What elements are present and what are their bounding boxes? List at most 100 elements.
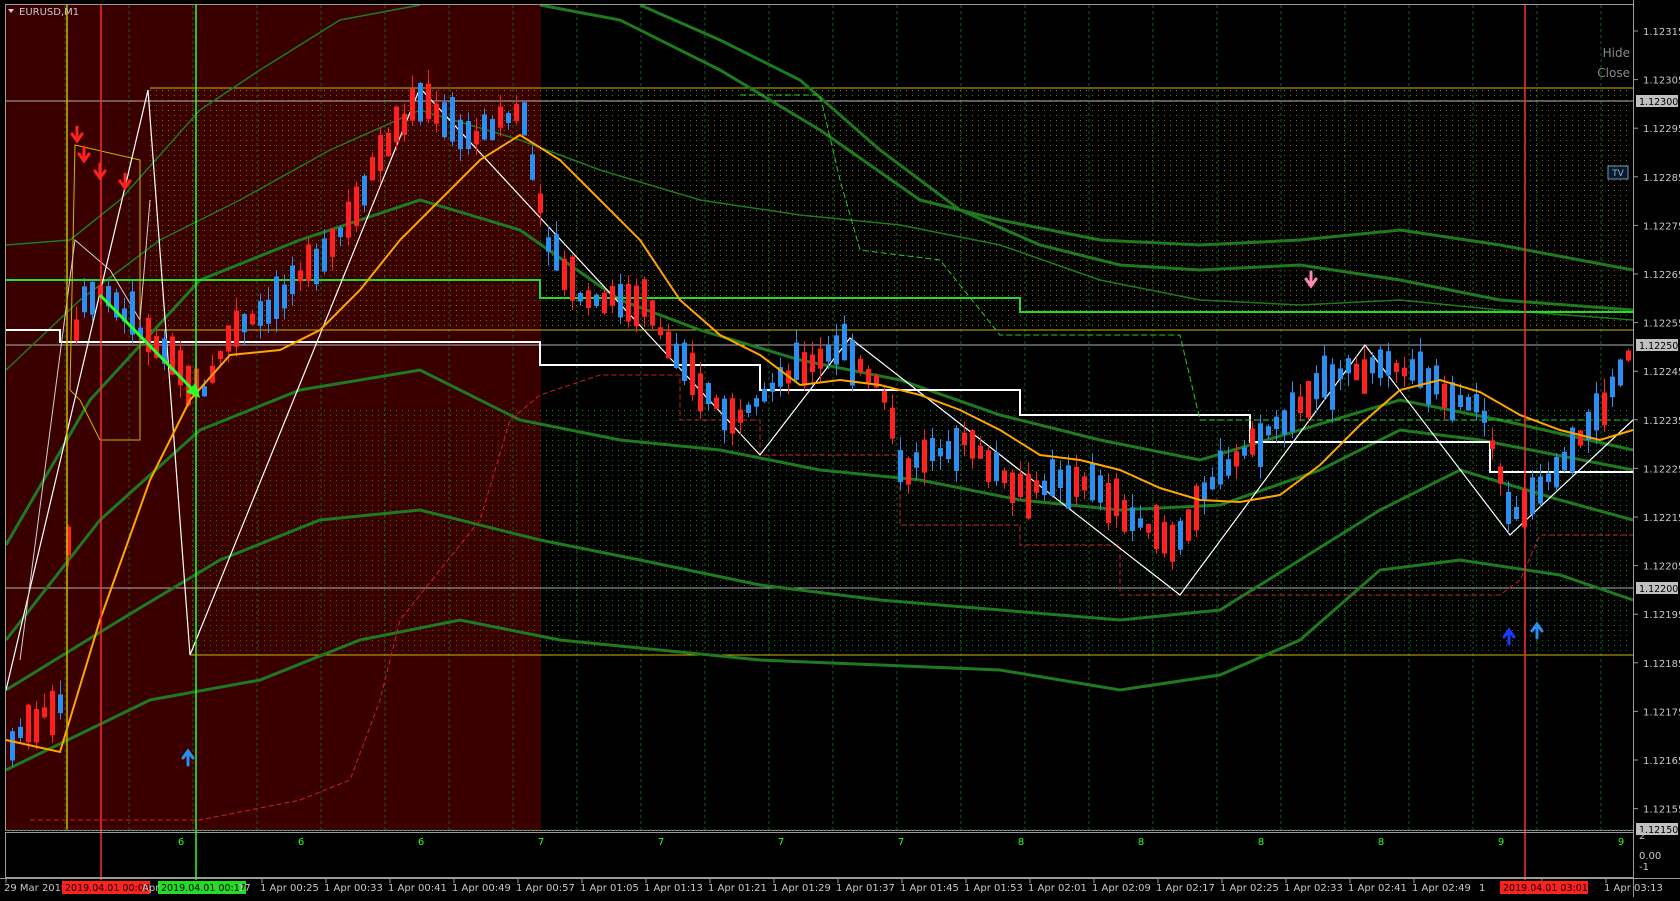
bear-candle: [346, 201, 351, 238]
bull-candle: [490, 119, 495, 141]
bear-candle: [970, 430, 975, 459]
time-marker-label: 2019.04.01 00:08: [65, 883, 150, 894]
time-marker-label: 2019.04.01 00:17: [161, 883, 246, 894]
bull-candle: [450, 97, 455, 142]
time-axis-label: 1 Apr 00:25: [260, 883, 319, 894]
symbol-label[interactable]: EURUSD,M1: [19, 7, 79, 18]
subwindow-value: 9: [1618, 837, 1624, 848]
price-tick-label: 1.12295: [1643, 124, 1680, 135]
bear-candle: [866, 369, 871, 383]
bear-candle: [1394, 362, 1399, 373]
bear-candle: [586, 290, 591, 309]
bear-candle: [698, 373, 703, 412]
bull-candle: [1266, 426, 1271, 436]
bull-candle: [682, 342, 687, 382]
bear-candle: [602, 292, 607, 314]
bull-candle: [1538, 476, 1543, 504]
bear-candle: [426, 83, 431, 120]
bear-candle: [34, 708, 39, 743]
bull-candle: [1562, 451, 1567, 471]
time-axis-label: 1 Apr 00:41: [388, 883, 447, 894]
bull-candle: [946, 441, 951, 460]
bear-candle: [370, 157, 375, 181]
time-axis-label: 1 Apr 02:41: [1348, 883, 1407, 894]
bull-candle: [1098, 475, 1103, 503]
bull-candle: [1242, 447, 1247, 456]
upper-level-zone: [150, 90, 1630, 330]
bull-candle: [90, 281, 95, 315]
price-level-label: 1.12200: [1639, 584, 1678, 595]
bull-candle: [1618, 359, 1623, 386]
bull-candle: [1338, 368, 1343, 380]
bear-candle: [730, 398, 735, 434]
price-tick-label: 1.12245: [1643, 367, 1680, 378]
bear-candle: [738, 409, 743, 423]
bear-candle: [658, 327, 663, 336]
time-axis-label: 1 Apr 02:25: [1220, 883, 1279, 894]
bear-candle: [1306, 380, 1311, 418]
bull-candle: [1274, 416, 1279, 430]
bull-candle: [1386, 351, 1391, 376]
bull-candle: [706, 383, 711, 405]
close-button[interactable]: Close: [1597, 66, 1630, 80]
price-tick-label: 1.12285: [1643, 173, 1680, 184]
bull-candle: [314, 248, 319, 285]
bear-candle: [882, 391, 887, 403]
subwindow-value: 9: [1498, 837, 1504, 848]
subwindow-value: 8: [1258, 837, 1264, 848]
bull-candle: [522, 102, 527, 136]
bull-candle: [506, 113, 511, 124]
bear-candle: [1298, 396, 1303, 414]
time-axis-label: 1 Apr 02:33: [1284, 883, 1343, 894]
price-tick-label: 1.12185: [1643, 659, 1680, 670]
time-axis-label: 29 Mar 2019: [4, 883, 67, 894]
time-axis-label: 1 Apr 02:49: [1412, 883, 1471, 894]
bear-candle: [1194, 485, 1199, 531]
bear-candle: [1082, 476, 1087, 491]
bear-candle: [402, 113, 407, 135]
price-tick-label: 1.12175: [1643, 707, 1680, 718]
bull-candle: [1314, 373, 1319, 400]
bear-candle: [562, 258, 567, 291]
bear-candle: [890, 407, 895, 439]
price-level-label: 1.12300: [1639, 97, 1678, 108]
bull-candle: [322, 238, 327, 272]
time-axis-label: 1 Apr 02:09: [1092, 883, 1151, 894]
bear-candle: [570, 256, 575, 301]
bear-candle: [226, 325, 231, 352]
bear-candle: [1578, 430, 1583, 446]
bull-candle: [282, 284, 287, 309]
bear-candle: [610, 285, 615, 306]
bear-candle: [1106, 482, 1111, 523]
time-axis-label: 1 Apr 02:17: [1156, 883, 1215, 894]
bear-candle: [1402, 367, 1407, 377]
time-axis-label: 1 Apr 02:01: [1028, 883, 1087, 894]
bear-candle: [1442, 383, 1447, 408]
bull-candle: [994, 452, 999, 482]
price-tick-label: 1.12165: [1643, 756, 1680, 767]
bear-candle: [218, 351, 223, 360]
bull-candle: [338, 227, 343, 238]
bear-candle: [1602, 392, 1607, 426]
bull-candle: [770, 382, 775, 392]
bear-candle: [626, 283, 631, 322]
bear-candle: [962, 432, 967, 446]
subwindow-value: 7: [538, 837, 544, 848]
bull-candle: [1258, 423, 1263, 467]
bear-candle: [818, 348, 823, 369]
hide-button[interactable]: Hide: [1603, 46, 1630, 60]
bull-candle: [754, 398, 759, 407]
bull-candle: [842, 323, 847, 361]
bull-candle: [1210, 476, 1215, 490]
price-chart[interactable]: 6 6 6 7 7 7 7 8 8 8 8 9 9 EURUSD,M1 Hide Close TV 1.…: [0, 0, 1680, 897]
time-axis-label: 1 Apr 01:13: [644, 883, 703, 894]
bull-candle: [546, 237, 551, 252]
price-tick-label: 1.12305: [1643, 76, 1680, 87]
chart-window[interactable]: 6 6 6 7 7 7 7 8 8 8 8 9 9 EURUSD,M1 Hide Close TV 1.…: [0, 0, 1680, 897]
indicator-tick-label: 0.00: [1639, 851, 1661, 862]
bull-candle: [482, 114, 487, 140]
bull-candle: [274, 276, 279, 319]
bull-candle: [1322, 355, 1327, 398]
time-axis-label: 1 Apr 00:33: [324, 883, 383, 894]
bull-candle: [1410, 359, 1415, 381]
